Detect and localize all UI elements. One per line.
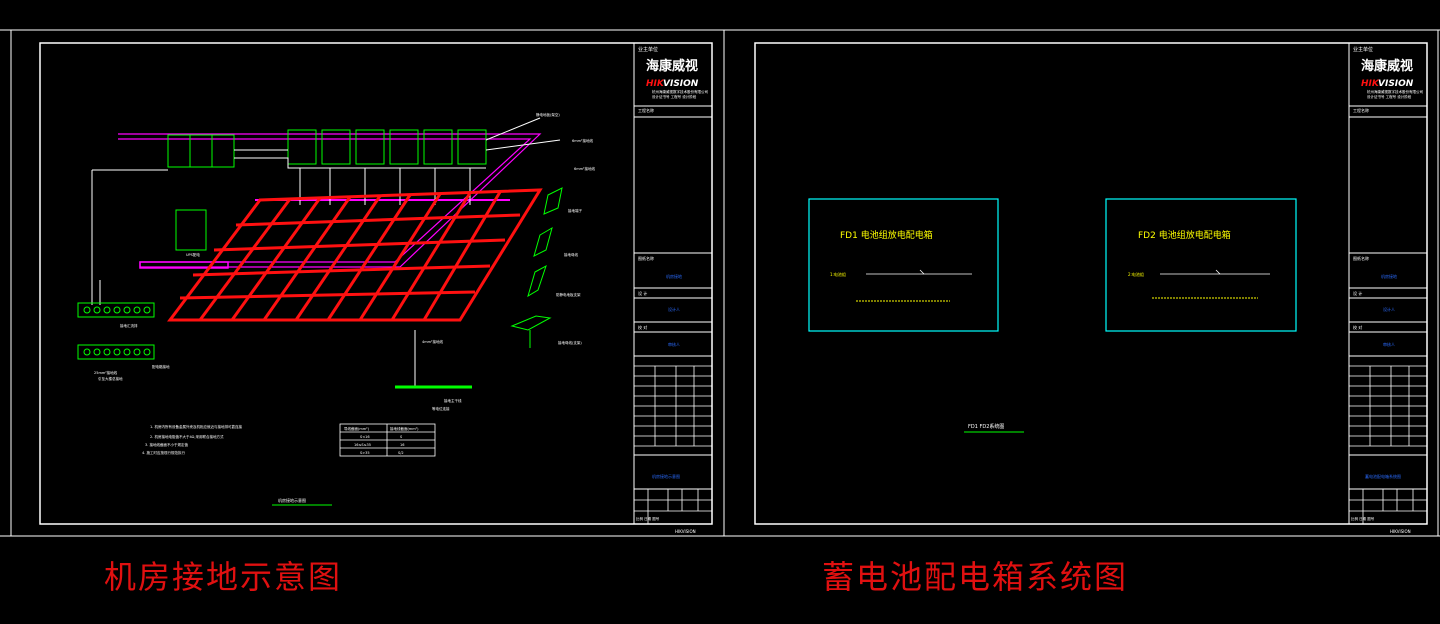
left-sheet: 业主单位 海康威视 HIK VISION 杭州海康威视数字技术股份有限公司 设计… [39,42,713,534]
left-brand-en-white: VISION [663,79,699,89]
svg-text:设计证书号 工程号 设计阶段: 设计证书号 工程号 设计阶段 [1367,94,1412,99]
svg-text:设 计: 设 计 [1353,290,1362,296]
left-project-label: 工程名称 [638,107,654,113]
svg-text:图纸名称: 图纸名称 [1353,255,1369,261]
svg-text:4mm²接地线: 4mm²接地线 [422,339,443,344]
svg-text:S: S [400,435,403,439]
svg-text:接地主干线: 接地主干线 [444,398,462,403]
right-sheet: 业主单位 海康威视 HIK VISION 杭州海康威视数字技术股份有限公司 设计… [754,42,1428,534]
svg-text:6mm²接地线: 6mm²接地线 [572,138,593,143]
fd1-line-label: 1:电池组 [830,271,846,277]
svg-text:机房接地: 机房接地 [1381,273,1397,279]
left-row-value-1: 设计人 [668,306,680,312]
svg-text:16: 16 [400,443,404,447]
svg-text:S>35: S>35 [360,451,370,455]
svg-text:HIKVISION: HIKVISION [1390,529,1411,534]
svg-text:配电箱接地: 配电箱接地 [152,364,170,369]
left-drawing-title: 机房接地示意图 [278,497,306,503]
svg-text:比例 日期 图号: 比例 日期 图号 [1351,516,1375,521]
svg-text:接地端子: 接地端子 [568,208,582,213]
svg-text:校 对: 校 对 [1353,324,1362,330]
caption-left: 机房接地示意图 [104,558,343,596]
svg-text:工程名称: 工程名称 [1353,107,1369,113]
fd1-title: FD1 电池组放电配电箱 [840,229,933,241]
svg-text:接地线截面(mm²): 接地线截面(mm²) [390,426,419,431]
svg-text:HIKVISION: HIKVISION [675,529,696,534]
right-footer-blue: 蓄电池配电箱系统图 [1365,473,1401,479]
left-header-label: 业主单位 [638,46,658,53]
svg-text:杭州海康威视数字技术股份有限公司: 杭州海康威视数字技术股份有限公司 [1367,89,1423,94]
fd2-box[interactable]: FD2 电池组放电配电箱 2:电池组 [1105,198,1297,332]
svg-text:S/2: S/2 [398,451,404,455]
svg-text:25mm²接地线: 25mm²接地线 [94,370,118,375]
cad-drawing-canvas[interactable]: 业主单位 海康威视 HIK VISION 杭州海康威视数字技术股份有限公司 设计… [0,0,1440,624]
fd2-line-label: 2:电池组 [1128,271,1144,277]
svg-text:设计人: 设计人 [1383,306,1395,312]
svg-text:接地汇流排: 接地汇流排 [120,323,138,328]
svg-text:接地母线(支架): 接地母线(支架) [558,340,582,345]
left-brand-sub2: 设计证书号 工程号 设计阶段 [652,94,697,99]
left-row-value-2: 审核人 [668,341,680,347]
right-title-block: 业主单位 海康威视 HIK VISION 杭州海康威视数字技术股份有限公司 设计… [1348,43,1427,534]
svg-text:3. 接地线截面不小于规定值: 3. 接地线截面不小于规定值 [145,442,188,447]
svg-text:海康威视: 海康威视 [1361,58,1413,74]
svg-text:16≤S≤35: 16≤S≤35 [354,443,371,447]
right-drawing-title: FD1 FD2系统图 [968,423,1004,430]
svg-text:S<16: S<16 [360,435,370,439]
left-row-label-1: 设 计 [638,290,647,296]
left-row-value-0: 机房接地 [666,273,682,279]
ground-grid [167,188,543,322]
fd2-title: FD2 电池组放电配电箱 [1138,229,1231,241]
svg-text:4. 施工时应按现行规范执行: 4. 施工时应按现行规范执行 [142,450,185,455]
left-footer-text: 比例 日期 图号 [636,516,660,521]
fd1-box[interactable]: FD1 电池组放电配电箱 1:电池组 [808,198,999,332]
svg-text:防静电地板支架: 防静电地板支架 [556,292,581,297]
svg-text:静电地板(架空): 静电地板(架空) [536,112,560,117]
left-row-label-2: 校 对 [638,324,647,330]
svg-text:2. 机房接地电阻值不大于4Ω,采用联合接地方式: 2. 机房接地电阻值不大于4Ω,采用联合接地方式 [150,434,224,439]
spec-table: 导线截面(mm²) 接地线截面(mm²) S<16 S 16≤S≤35 16 S… [339,423,436,457]
caption-right: 蓄电池配电箱系统图 [822,558,1129,596]
svg-text:引至大楼总接地: 引至大楼总接地 [98,376,123,381]
svg-text:导线截面(mm²): 导线截面(mm²) [344,426,370,431]
svg-text:6mm²接地线: 6mm²接地线 [574,166,595,171]
left-title-block: 业主单位 海康威视 HIK VISION 杭州海康威视数字技术股份有限公司 设计… [633,43,712,534]
left-brand-cn: 海康威视 [646,58,698,74]
notes: 1. 机房内所有设备金属外壳及机柜应就近与接地排可靠连接 2. 机房接地电阻值不… [142,424,242,455]
left-footer-blue: 机房接地示意图 [652,473,680,479]
left-row-label-0: 图纸名称 [638,255,654,261]
svg-text:等电位连接: 等电位连接 [432,406,450,411]
svg-text:审核人: 审核人 [1383,341,1395,347]
svg-text:1. 机房内所有设备金属外壳及机柜应就近与接地排可靠连接: 1. 机房内所有设备金属外壳及机柜应就近与接地排可靠连接 [150,424,242,429]
left-brand-sub1: 杭州海康威视数字技术股份有限公司 [652,89,708,94]
ground-bars [77,187,563,389]
svg-text:UPS配电: UPS配电 [186,252,200,257]
svg-text:VISION: VISION [1378,79,1414,89]
svg-text:业主单位: 业主单位 [1353,46,1373,53]
svg-text:接地母线: 接地母线 [564,252,578,257]
